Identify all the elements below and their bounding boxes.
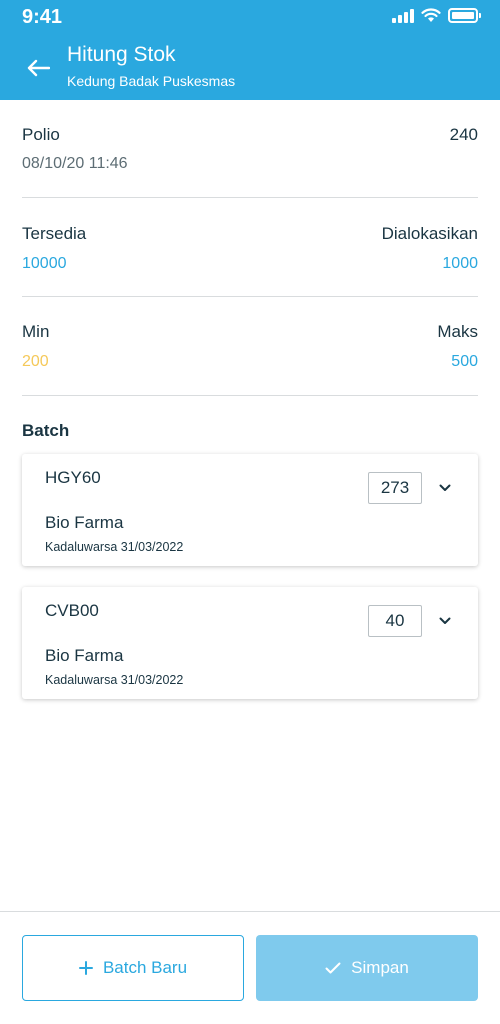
check-icon [325,962,341,974]
back-button[interactable] [20,50,56,86]
batch-expand-button[interactable] [435,480,455,496]
dialokasikan-value: 1000 [442,255,478,272]
status-time: 9:41 [22,6,63,28]
signal-icon [392,8,414,23]
item-summary: Polio 240 08/10/20 11:46 [22,125,478,175]
batch-expiry: Kadaluwarsa 31/03/2022 [45,673,184,687]
batch-manufacturer: Bio Farma [45,513,124,532]
item-datetime: 08/10/20 11:46 [22,155,128,172]
batch-quantity-input[interactable]: 40 [368,605,422,637]
status-icons [392,8,481,23]
arrow-left-icon [27,59,50,77]
dialokasikan-label: Dialokasikan [381,224,478,243]
batch-card: CVB00 40 Bio Farma Kadaluwarsa 31/03/202… [22,587,478,699]
save-label: Simpan [351,958,409,977]
batch-quantity-input[interactable]: 273 [368,472,422,504]
page-subtitle: Kedung Badak Puskesmas [67,73,236,89]
divider [22,395,478,396]
page-title: Hitung Stok [67,43,176,66]
plus-icon [78,961,93,975]
limits-row: Min Maks 200 500 [22,322,478,372]
app-header: 9:41 Hitung Stok Kedung Badak Puskesmas [0,0,500,100]
add-batch-button[interactable]: Batch Baru [22,935,244,1001]
footer-divider [0,911,500,912]
maks-label: Maks [437,322,478,341]
batch-card: HGY60 273 Bio Farma Kadaluwarsa 31/03/20… [22,454,478,566]
availability-row: Tersedia Dialokasikan 10000 1000 [22,224,478,274]
batch-expand-button[interactable] [435,613,455,629]
batch-expiry: Kadaluwarsa 31/03/2022 [45,540,184,554]
wifi-icon [421,8,441,22]
batch-code: HGY60 [45,468,101,487]
item-count: 240 [449,125,478,144]
add-batch-label: Batch Baru [102,958,188,977]
tersedia-label: Tersedia [22,224,87,243]
batch-heading: Batch [22,421,70,440]
min-label: Min [22,322,50,341]
divider [22,197,478,198]
maks-value: 500 [451,353,478,370]
chevron-down-icon [439,484,451,491]
status-bar: 9:41 [0,0,500,36]
min-value: 200 [22,353,49,370]
item-name: Polio [22,125,60,144]
divider [22,296,478,297]
tersedia-value: 10000 [22,255,67,272]
batch-manufacturer: Bio Farma [45,646,124,665]
batch-code: CVB00 [45,601,99,620]
battery-icon [448,8,481,23]
save-button[interactable]: Simpan [256,935,478,1001]
chevron-down-icon [439,617,451,624]
